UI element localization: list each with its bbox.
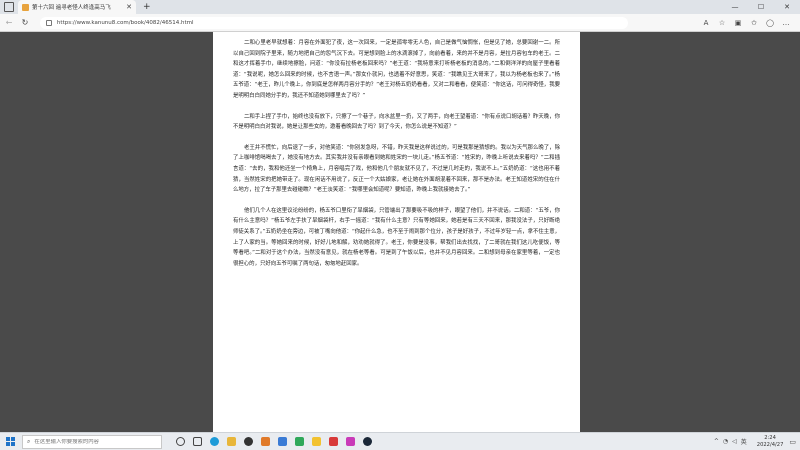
scrollbar[interactable] — [795, 32, 800, 432]
back-icon[interactable]: ← — [2, 15, 16, 31]
shield-app-icon[interactable] — [291, 433, 308, 450]
lock-icon[interactable] — [46, 19, 52, 26]
collections-icon[interactable]: ▣ — [730, 15, 746, 31]
maximize-icon[interactable]: ☐ — [748, 0, 774, 14]
workspaces-icon[interactable] — [4, 2, 14, 12]
screen: 第十六回 遍寻老怪人终逢高马飞 ✕ + — ☐ ✕ ← ↻ A ☆ ▣ ✩ ◯ … — [0, 0, 800, 450]
favorite-icon[interactable]: ☆ — [714, 15, 730, 31]
task-view-icon[interactable] — [172, 433, 189, 450]
reload-icon[interactable]: ↻ — [18, 15, 32, 31]
system-tray: ^ ◔ ◁ 英 — [712, 437, 749, 446]
tab-strip: 第十六回 遍寻老怪人终逢高马飞 ✕ + — ☐ ✕ — [0, 0, 800, 14]
tray-expand-icon[interactable]: ^ — [714, 438, 719, 445]
paragraph: 二和心里老早就想着：月容在外面犯了夜，这一次回来，一定是孤零零无人色，自己是做气… — [233, 40, 560, 99]
file-explorer-icon[interactable] — [223, 433, 240, 450]
profile-icon[interactable]: ◯ — [762, 15, 778, 31]
input-language[interactable]: 英 — [741, 437, 747, 446]
article-body: 二和心里老早就想着：月容在外面犯了夜，这一次回来，一定是孤零零无人色，自己是做气… — [213, 32, 580, 432]
tab-close-icon[interactable]: ✕ — [126, 3, 132, 11]
close-window-icon[interactable]: ✕ — [774, 0, 800, 14]
address-bar: ← ↻ A ☆ ▣ ✩ ◯ … — [0, 14, 800, 32]
search-icon: ⌕ — [27, 437, 31, 445]
page-viewport[interactable]: 二和心里老早就想着：月容在外面犯了夜，这一次回来，一定是孤零零无人色，自己是做气… — [0, 32, 800, 432]
red-app-icon[interactable] — [325, 433, 342, 450]
yellow-app-icon[interactable] — [308, 433, 325, 450]
new-tab-icon[interactable]: + — [143, 1, 151, 13]
minimize-icon[interactable]: — — [722, 0, 748, 14]
search-input[interactable] — [34, 438, 157, 445]
favorites-bar-icon[interactable]: ✩ — [746, 15, 762, 31]
tab-active[interactable]: 第十六回 遍寻老怪人终逢高马飞 ✕ — [18, 0, 136, 14]
tab-title: 第十六回 遍寻老怪人终逢高马飞 — [32, 5, 111, 11]
windows-logo-icon — [5, 437, 15, 446]
clock-date: 2022/4/27 — [756, 441, 784, 448]
read-aloud-icon[interactable]: A — [698, 15, 714, 31]
window-controls: — ☐ ✕ — [722, 0, 800, 14]
network-icon[interactable]: ◔ — [723, 438, 728, 445]
taskbar-search[interactable]: ⌕ — [22, 434, 162, 449]
orange-app-icon[interactable] — [257, 433, 274, 450]
blue-app-icon[interactable] — [274, 433, 291, 450]
more-menu-icon[interactable]: … — [778, 15, 794, 31]
volume-icon[interactable]: ◁ — [732, 438, 737, 445]
paragraph: 老王并不慌忙，向后退了一步，对他笑道：“你别发急呀，不错，昨天我是这样说过的，可… — [233, 144, 560, 194]
taskbar-clock[interactable]: 2:24 2022/4/27 — [757, 435, 784, 448]
toolbar: A ☆ ▣ ✩ ◯ … — [698, 15, 794, 31]
paragraph: 二和手上捏了手巾，始终也没有放下，只擦了一个巷子，向水盆里一扔，又了两手，向老王… — [233, 113, 560, 131]
start-button[interactable] — [0, 433, 20, 450]
steam-icon[interactable] — [359, 433, 376, 450]
edge-icon[interactable] — [206, 433, 223, 450]
paragraph: 他们几个人在这里议论纷纷的，杨五爷口里衔了旱烟袋，只管端出了那要吸不吸的样子，眼… — [233, 207, 560, 267]
notification-icon[interactable]: ▭ — [789, 438, 796, 446]
chat-app-icon[interactable] — [342, 433, 359, 450]
taskbar: ⌕ ^ ◔ ◁ 英 2:24 2022/4/27 ▭ — [0, 432, 800, 450]
url-box[interactable] — [40, 16, 628, 29]
favicon-icon — [22, 3, 29, 11]
media-app-icon[interactable] — [240, 433, 257, 450]
task-switch-icon[interactable] — [189, 433, 206, 450]
url-input[interactable] — [56, 19, 622, 26]
pinned-apps — [172, 433, 376, 450]
